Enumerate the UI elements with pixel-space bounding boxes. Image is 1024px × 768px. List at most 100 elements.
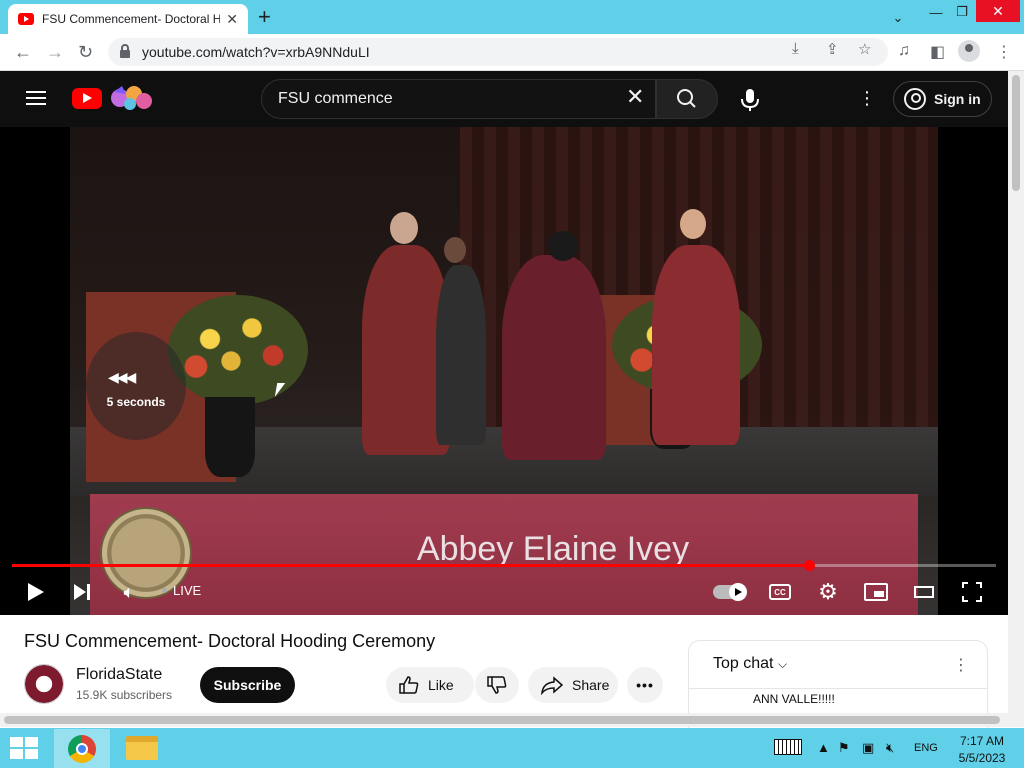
action-center-icon[interactable]: ⚑ [838,740,850,756]
live-indicator[interactable]: LIVE [162,583,201,598]
channel-avatar[interactable] [24,664,64,704]
settings-button[interactable]: ⚙ [816,579,840,604]
media-controls-icon[interactable]: ♫ [898,42,910,60]
youtube-doodle-icon[interactable] [108,84,156,112]
network-icon[interactable]: ▣ [862,740,874,756]
search-input[interactable]: FSU commence [261,79,656,119]
person-grey-gown [436,265,486,445]
chat-message: ANN VALLE!!!!! [753,692,835,706]
progress-played [12,564,810,567]
window-restore-button[interactable]: ❐ [952,0,972,24]
tray-expand-icon[interactable]: ▲ [817,740,830,755]
side-panel-icon[interactable]: ◧ [930,42,945,62]
chevron-down-icon: ⌵ [777,657,788,671]
bookmark-star-icon[interactable]: ☆ [858,40,871,58]
youtube-favicon-icon [18,13,34,25]
profile-avatar-icon[interactable] [958,40,980,62]
person-head [390,212,418,244]
search-query[interactable]: FSU commence [278,90,393,108]
lock-icon[interactable] [120,44,130,58]
progress-scrubber[interactable] [804,560,816,571]
rewind-arrows-icon: ◀◀◀ [108,369,136,385]
dislike-button[interactable] [475,667,519,703]
youtube-header: FSU commence ✕ ⋮ Sign in [0,71,1008,127]
file-explorer-icon[interactable] [126,736,158,760]
subscribe-button[interactable]: Subscribe [200,667,295,703]
autoplay-toggle[interactable] [712,580,747,604]
clock-date[interactable]: 5/5/2023 [952,751,1012,765]
video-player[interactable]: Abbey Elaine Ivey ◀◀◀ 5 seconds 🔈︎ LIVE … [0,127,1008,615]
window-close-button[interactable]: ✕ [976,0,1020,22]
browser-tab-strip: FSU Commencement- Doctoral Hooding Cerem… [0,0,1024,34]
window-minimize-button[interactable]: — [926,0,946,24]
account-icon [904,88,926,110]
url-text[interactable]: youtube.com/watch?v=xrbA9NNduLI [142,44,370,60]
share-button[interactable]: Share [528,667,618,703]
back-icon[interactable]: ← [14,42,32,62]
tab-search-chevron-icon[interactable]: ⌄ [886,6,910,30]
fullscreen-button[interactable] [960,580,984,604]
graduate-tam [548,231,578,261]
chat-menu-icon[interactable]: ⋮ [953,655,969,675]
like-button[interactable]: Like [386,667,474,703]
progress-bar[interactable] [12,560,996,571]
person-head [680,209,706,239]
horizontal-scrollbar[interactable] [0,713,1008,727]
more-actions-button[interactable]: ••• [627,667,663,703]
address-bar[interactable]: youtube.com/watch?v=xrbA9NNduLI [108,38,888,66]
language-indicator[interactable]: ENG [914,742,938,754]
browser-menu-icon[interactable]: ⋮ [996,42,1012,62]
vertical-scrollbar[interactable] [1008,71,1024,727]
guide-menu-icon[interactable] [26,91,46,105]
more-horizontal-icon: ••• [636,677,654,693]
play-icon [28,583,44,601]
volume-muted-icon[interactable]: 🔇︎ [886,740,894,756]
touch-keyboard-icon[interactable] [774,739,802,755]
chat-mode-label: Top chat [713,655,774,672]
search-clear-icon[interactable]: ✕ [626,85,644,109]
subscriber-count: 15.9K subscribers [76,688,173,702]
gear-icon: ⚙ [818,579,838,604]
next-button[interactable] [70,580,94,604]
search-button[interactable] [656,79,718,119]
next-icon [74,584,90,600]
share-page-icon[interactable]: ⇪ [826,40,839,58]
taskbar-chrome-button[interactable] [54,729,110,768]
share-arrow-icon [541,676,564,695]
windows-start-icon[interactable] [10,737,38,759]
windows-taskbar: ▲ ⚑ ▣ 🔇︎ ENG [0,728,1024,768]
clock-time[interactable]: 7:17 AM [952,734,1012,748]
youtube-logo-icon[interactable] [72,88,102,109]
theater-icon [914,586,934,598]
tab-close-icon[interactable]: ✕ [226,11,238,28]
volume-icon: 🔈︎ [123,581,135,602]
seek-hint: 5 seconds [106,395,166,409]
new-tab-button[interactable]: + [258,6,271,28]
sign-in-label: Sign in [934,91,981,107]
horizontal-scroll-thumb[interactable] [4,716,1000,724]
mute-button[interactable]: 🔈︎ [117,580,141,604]
video-title: FSU Commencement- Doctoral Hooding Cerem… [24,631,436,651]
install-icon[interactable]: ⤓ [792,40,799,57]
browser-toolbar: ← → ↻ youtube.com/watch?v=xrbA9NNduLI ⤓ … [0,34,1024,71]
cc-icon: CC [769,584,791,600]
subtitles-button[interactable]: CC [768,580,792,604]
voice-search-button[interactable] [730,79,770,119]
theater-mode-button[interactable] [912,580,936,604]
reload-icon[interactable]: ↻ [78,42,93,62]
settings-menu-icon[interactable]: ⋮ [858,88,876,109]
like-label: Like [428,677,454,693]
play-button[interactable] [24,580,48,604]
vertical-scroll-thumb[interactable] [1012,75,1020,191]
sign-in-button[interactable]: Sign in [893,81,992,117]
browser-tab[interactable]: FSU Commencement- Doctoral Hooding Cerem… [8,4,248,34]
thumbs-up-icon [399,676,419,694]
share-label: Share [572,677,610,693]
forward-icon[interactable]: → [46,42,64,62]
live-dot-icon [162,588,167,593]
chat-mode-dropdown[interactable]: Top chat ⌵ [713,655,787,673]
channel-name[interactable]: FloridaState [76,666,162,684]
graduate-being-hooded [502,255,606,460]
miniplayer-button[interactable] [864,580,888,604]
live-label: LIVE [173,583,202,598]
